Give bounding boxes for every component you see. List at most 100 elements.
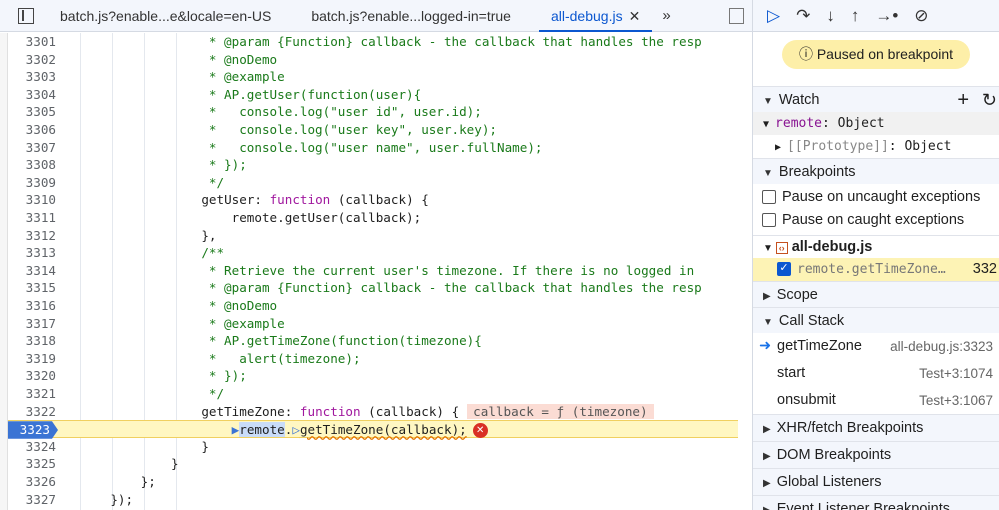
current-frame-icon: ➜ — [759, 338, 772, 354]
code-text: * AP.getUser(function(user){ — [80, 86, 422, 102]
frame-location: all-debug.js:3323 — [890, 339, 993, 354]
line-number[interactable]: 3317 — [8, 315, 64, 333]
breakpoint-item[interactable]: ✓ remote.getTimeZone… 332 — [753, 258, 999, 281]
code-text: * @example — [80, 315, 285, 331]
step-over-icon[interactable]: ↷ — [796, 6, 810, 26]
fn-name: getUser — [201, 192, 255, 208]
keyword: function — [269, 192, 331, 208]
line-number[interactable]: 3313 — [8, 244, 64, 262]
line-number[interactable]: 3323 — [8, 421, 58, 439]
code-line: 3315 * @param {Function} callback - the … — [8, 279, 738, 297]
line-number[interactable]: 3324 — [8, 438, 64, 456]
line-number[interactable]: 3322 — [8, 403, 64, 421]
add-icon[interactable]: + — [957, 87, 969, 113]
tab-all-debug[interactable]: all-debug.js ✕ — [538, 0, 653, 32]
refresh-icon[interactable]: ↻ — [982, 87, 997, 113]
code-line: 3309 */ — [8, 174, 738, 192]
line-number[interactable]: 3307 — [8, 139, 64, 157]
error-icon[interactable]: ✕ — [472, 423, 488, 439]
deactivate-breakpoints-icon[interactable]: ⊘ — [914, 6, 928, 26]
section-header[interactable]: ▶ DOM Breakpoints — [753, 441, 999, 468]
line-number[interactable]: 3311 — [8, 209, 64, 227]
prototype-item[interactable]: ▶ [[Prototype]]: Object — [753, 135, 999, 158]
close-icon[interactable]: ✕ — [629, 8, 641, 24]
line-number[interactable]: 3310 — [8, 191, 64, 209]
section-header[interactable]: ▶Event Listener Breakpoints — [753, 495, 999, 510]
line-number[interactable]: 3314 — [8, 262, 64, 280]
line-number[interactable]: 3327 — [8, 491, 64, 509]
line-number[interactable]: 3316 — [8, 297, 64, 315]
tab-batch-locale[interactable]: batch.js?enable...e&locale=en-US — [48, 0, 283, 32]
paused-banner: ⓘ Paused on breakpoint — [782, 40, 970, 69]
watch-header[interactable]: ▼ Watch + ↻ — [753, 86, 999, 112]
frame-name: getTimeZone — [777, 338, 862, 354]
line-number[interactable]: 3305 — [8, 103, 64, 121]
code-text: ▶remote.▷getTimeZone(callback); ✕ — [80, 421, 488, 439]
code-line: 3304 * AP.getUser(function(user){ — [8, 86, 738, 104]
section-header[interactable]: ▶ Global Listeners — [753, 468, 999, 495]
call-frame[interactable]: onsubmit Test+3:1067 — [753, 387, 999, 414]
line-number[interactable]: 3315 — [8, 279, 64, 297]
line-number[interactable]: 3302 — [8, 51, 64, 69]
breakpoints-header[interactable]: ▼ Breakpoints — [753, 158, 999, 184]
section-header[interactable]: ▶ XHR/fetch Breakpoints — [753, 414, 999, 441]
line-number[interactable]: 3309 — [8, 174, 64, 192]
step-out-icon[interactable]: ↑ — [851, 6, 860, 26]
debugger-sidebar: ▷ ↷ ↓ ↑ →• ⊘ ⓘ Paused on breakpoint ▼ Wat… — [752, 0, 999, 510]
step-icon[interactable]: →• — [875, 6, 898, 26]
current-line: 3323 ▶remote.▷getTimeZone(callback); ✕ — [8, 420, 738, 439]
file-name: all-debug.js — [791, 239, 873, 255]
code-text: * }); — [80, 157, 247, 173]
code-text: * console.log("user name", user.fullName… — [80, 139, 543, 155]
code-line: 3322 getTimeZone: function (callback) {c… — [8, 403, 738, 421]
line-number[interactable]: 3318 — [8, 332, 64, 350]
toggle-navigator-icon[interactable] — [18, 7, 34, 24]
code-text: getUser: function (callback) { — [201, 192, 429, 208]
line-number[interactable]: 3319 — [8, 350, 64, 368]
line-number[interactable]: 3325 — [8, 455, 64, 473]
more-tabs-icon[interactable]: » — [662, 7, 670, 24]
line-number[interactable]: 3306 — [8, 121, 64, 139]
toggle-debugger-icon[interactable] — [729, 8, 744, 24]
tab-batch-logged-in[interactable]: batch.js?enable...logged-in=true — [299, 0, 523, 32]
step-into-icon[interactable]: ↓ — [826, 6, 835, 26]
code-text: * }); — [80, 368, 247, 384]
pause-uncaught-checkbox[interactable]: Pause on uncaught exceptions — [753, 186, 999, 209]
call-stack-header[interactable]: ▼ Call Stack — [753, 307, 999, 333]
proto-value: : Object — [888, 139, 952, 154]
line-number[interactable]: 3320 — [8, 367, 64, 385]
code-text: * AP.getTimeZone(function(timezone){ — [80, 333, 482, 349]
code-line: 3305 * console.log("user id", user.id); — [8, 103, 738, 121]
code-line: 3325 } — [8, 455, 738, 473]
call-frame[interactable]: start Test+3:1074 — [753, 360, 999, 387]
watch-item[interactable]: ▼ remote: Object — [753, 112, 999, 135]
code-line: 3319 * alert(timezone); — [8, 350, 738, 368]
breakpoint-checkbox[interactable]: ✓ — [777, 262, 791, 277]
breakpoint-file[interactable]: ▼ ‹› all-debug.js — [753, 235, 999, 258]
code-editor[interactable]: 3301 * @param {Function} callback - the … — [8, 33, 752, 510]
call-frame[interactable]: ➜ getTimeZone all-debug.js:3323 — [753, 333, 999, 360]
code-line: 3317 * @example — [8, 315, 738, 333]
line-number[interactable]: 3301 — [8, 33, 64, 51]
line-number[interactable]: 3312 — [8, 227, 64, 245]
line-number[interactable]: 3321 — [8, 385, 64, 403]
file-icon: ‹› — [775, 242, 788, 254]
breakpoint-line: 332 — [972, 261, 997, 277]
frame-location: Test+3:1067 — [919, 393, 993, 408]
line-number[interactable]: 3303 — [8, 68, 64, 86]
code-text: * console.log("user key", user.key); — [80, 122, 498, 137]
code-text: getTimeZone: function (callback) {callba… — [80, 403, 654, 421]
line-number[interactable]: 3308 — [8, 156, 64, 174]
line-number[interactable]: 3326 — [8, 473, 64, 491]
code-line: 3307 * console.log("user name", user.ful… — [8, 139, 738, 157]
resume-icon[interactable]: ▷ — [767, 6, 780, 26]
code-line: 3327 }); — [8, 491, 738, 509]
code-text: }, — [80, 227, 217, 243]
pause-caught-checkbox[interactable]: Pause on caught exceptions — [753, 209, 999, 232]
code-text: * @param {Function} callback - the callb… — [80, 34, 702, 49]
code-line: 3308 * }); — [8, 156, 738, 174]
line-number[interactable]: 3304 — [8, 86, 64, 104]
section-title: DOM Breakpoints — [776, 447, 892, 463]
scope-header[interactable]: ▶ Scope — [753, 281, 999, 307]
frame-name: start — [777, 365, 806, 381]
